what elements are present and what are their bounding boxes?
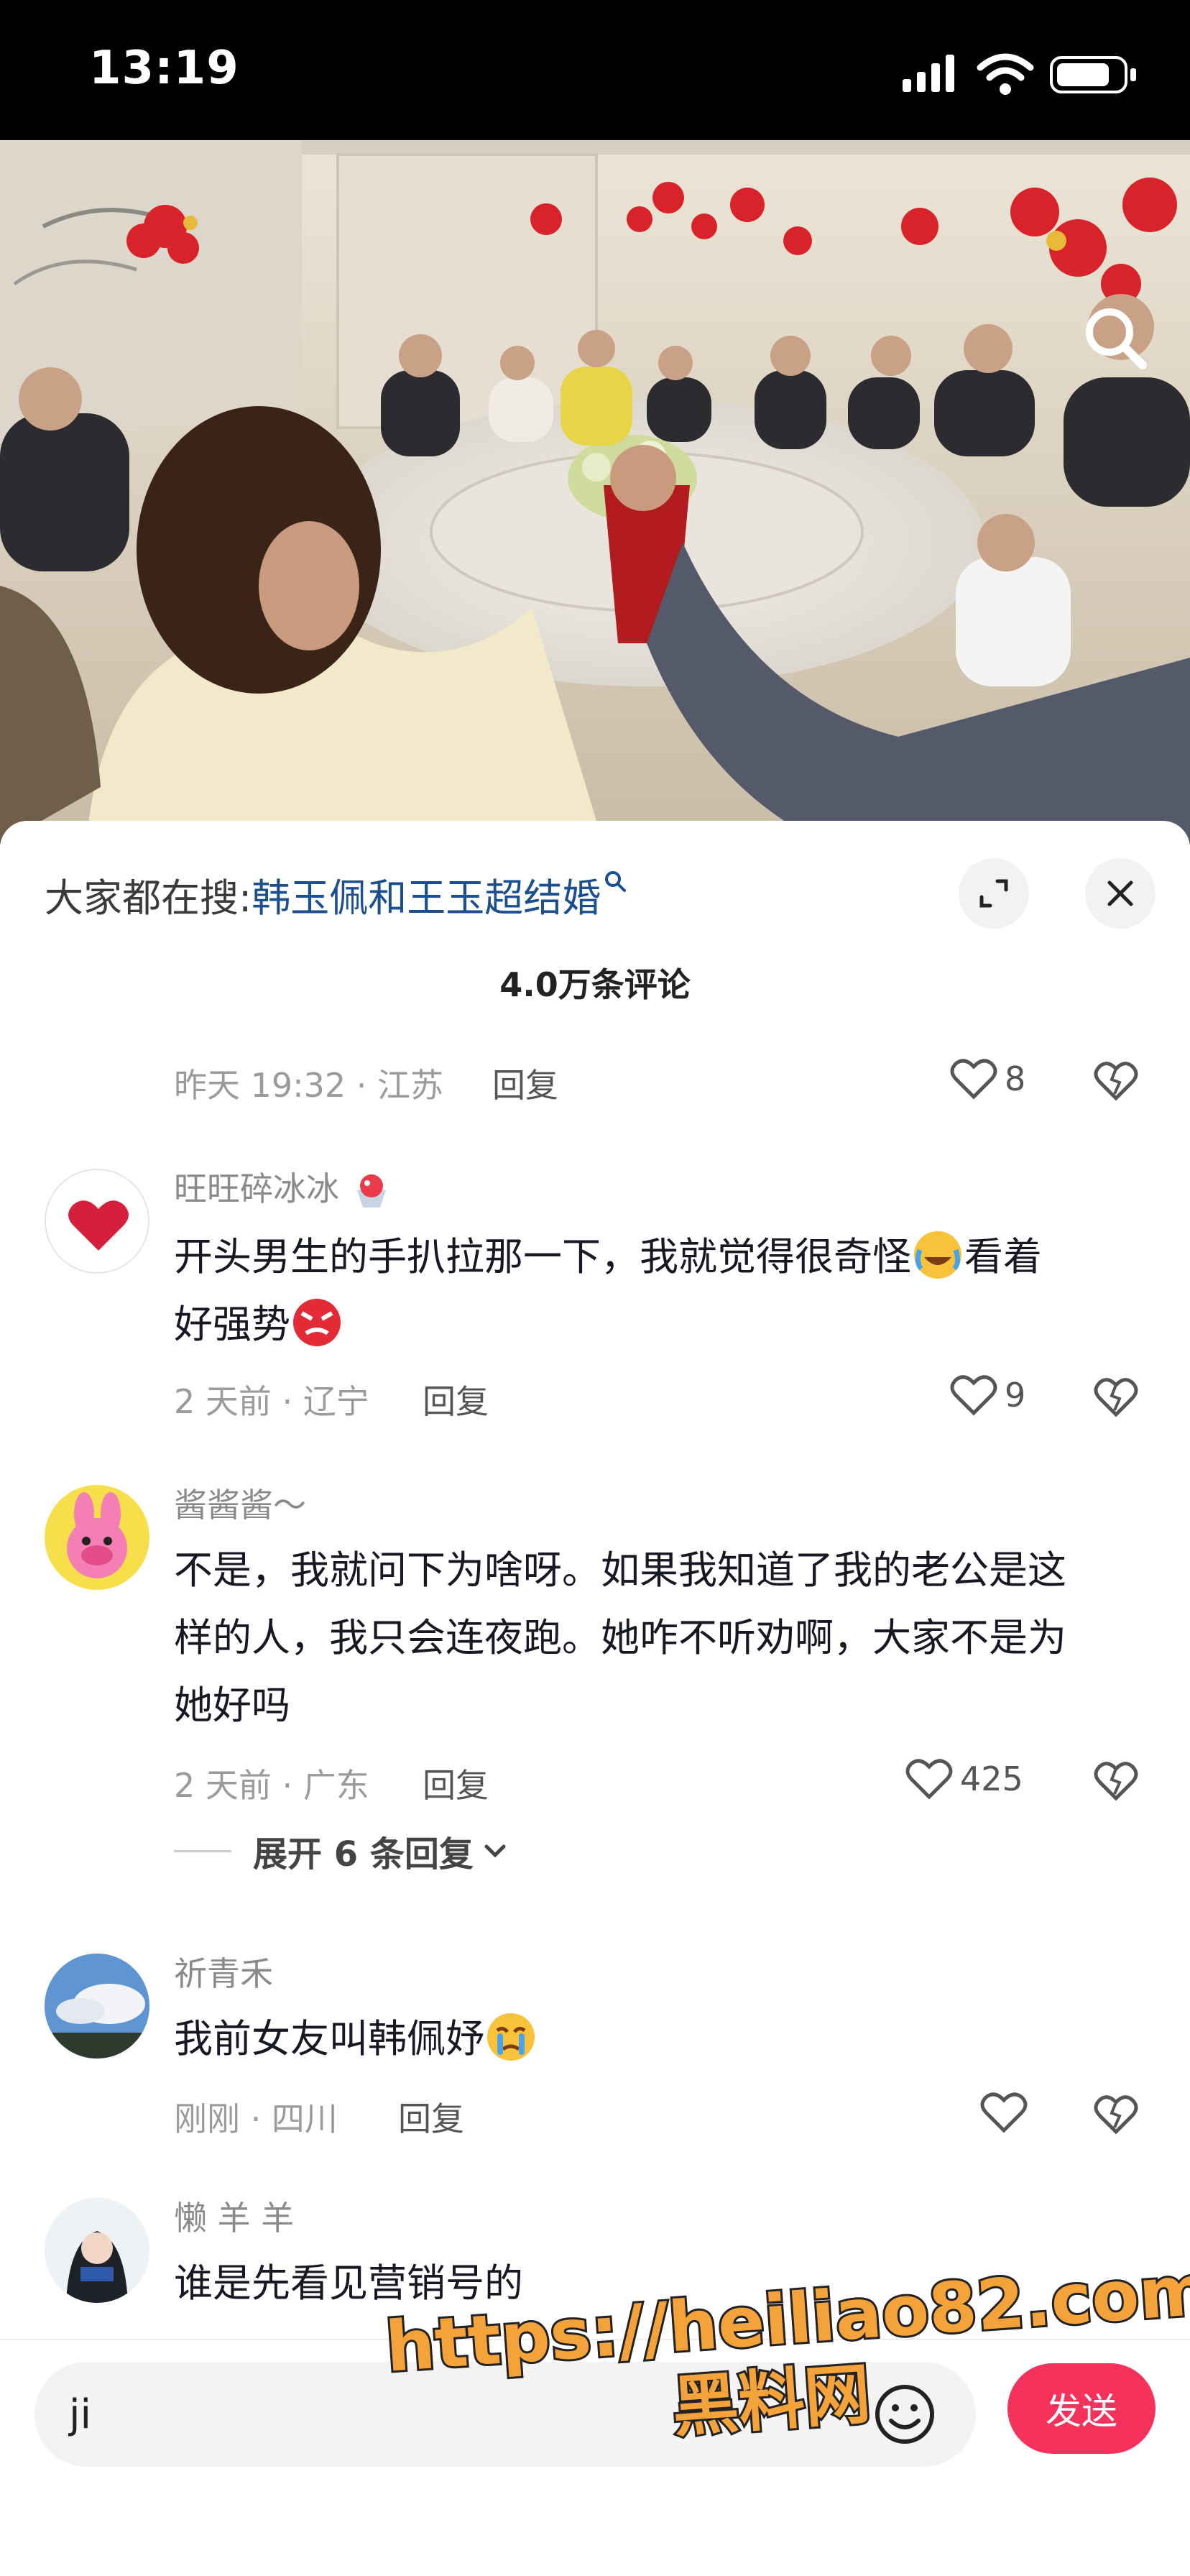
username[interactable]: 祈青禾 bbox=[174, 1948, 273, 1995]
divider bbox=[174, 1849, 231, 1852]
comment-input-bar: ji 发送 bbox=[0, 2339, 1190, 2576]
comment-meta: 刚刚 · 四川 回复 bbox=[174, 2087, 1144, 2138]
send-button[interactable]: 发送 bbox=[1007, 2363, 1156, 2454]
reply-button[interactable]: 回复 bbox=[423, 1376, 489, 1423]
suggested-search[interactable]: 大家都在搜: 韩玉佩和王玉超结婚 bbox=[45, 865, 627, 923]
like-button[interactable] bbox=[980, 2087, 1028, 2138]
like-count: 425 bbox=[960, 1760, 1023, 1798]
emoji-button-icon[interactable] bbox=[872, 2382, 937, 2447]
heart-outline-icon bbox=[980, 2092, 1028, 2133]
search-icon[interactable] bbox=[1079, 302, 1151, 374]
avatar[interactable] bbox=[45, 2198, 149, 2303]
expand-replies-label: 展开 6 条回复 bbox=[253, 1834, 474, 1874]
video-player[interactable] bbox=[0, 140, 1190, 845]
like-button[interactable]: 8 bbox=[950, 1054, 1025, 1104]
dislike-broken-heart-icon[interactable] bbox=[1094, 1374, 1138, 1419]
comment-time-location: 2 天前 · 广东 bbox=[174, 1766, 369, 1805]
signal-icon bbox=[903, 55, 954, 92]
reply-button[interactable]: 回复 bbox=[492, 1059, 558, 1107]
username[interactable]: 懒 羊 羊 bbox=[174, 2192, 294, 2240]
heart-outline-icon bbox=[950, 1059, 997, 1100]
wifi-icon bbox=[977, 53, 1034, 95]
sky-avatar-icon bbox=[45, 1954, 149, 2058]
video-frame bbox=[0, 140, 1190, 845]
expand-button[interactable] bbox=[959, 858, 1029, 929]
status-icons bbox=[903, 53, 1136, 95]
reply-button[interactable]: 回复 bbox=[398, 2093, 464, 2140]
pink-rabbit-avatar-icon bbox=[67, 1492, 127, 1578]
dislike-broken-heart-icon[interactable] bbox=[1094, 1758, 1138, 1803]
comment-input[interactable]: ji bbox=[34, 2362, 976, 2467]
comments-sheet: 大家都在搜: 韩玉佩和王玉超结婚 4.0万条评论 昨天 19:32 · 江苏 回… bbox=[0, 821, 1190, 2576]
like-button[interactable]: 9 bbox=[950, 1370, 1025, 1420]
status-bar: 13:19 bbox=[0, 0, 1190, 140]
battery-icon bbox=[1050, 56, 1136, 93]
search-term-link[interactable]: 韩玉佩和王玉超结婚 bbox=[252, 866, 601, 923]
close-button[interactable] bbox=[1085, 858, 1156, 929]
chevron-down-icon bbox=[484, 1844, 506, 1858]
expand-icon bbox=[979, 879, 1008, 908]
like-count: 8 bbox=[1005, 1059, 1026, 1098]
girl-avatar-icon bbox=[45, 2198, 149, 2303]
comment-text: 谁是先看见营销号的 bbox=[174, 2260, 523, 2306]
close-icon bbox=[1107, 880, 1133, 906]
comment-text: 不是，我就问下为啥呀。如果我知道了我的老公是这 样的人，我只会连夜跑。她咋不听劝… bbox=[174, 1547, 1066, 1728]
username[interactable]: 旺旺碎冰冰 bbox=[174, 1163, 393, 1213]
heart-outline-icon bbox=[950, 1375, 997, 1416]
username[interactable]: 酱酱酱～ bbox=[174, 1479, 306, 1527]
crying-emoji-icon bbox=[487, 2013, 535, 2061]
like-count: 9 bbox=[1005, 1376, 1026, 1414]
shaved-ice-badge-icon bbox=[356, 1174, 386, 1208]
comment-meta: 昨天 19:32 · 江苏 回复 8 bbox=[174, 1054, 1144, 1107]
search-prefix: 大家都在搜: bbox=[45, 875, 252, 921]
comment-time-location: 昨天 19:32 · 江苏 bbox=[174, 1066, 444, 1105]
laugh-cry-emoji-icon bbox=[914, 1231, 961, 1279]
comments-count: 4.0万条评论 bbox=[499, 965, 691, 1004]
status-time: 13:19 bbox=[89, 42, 239, 95]
comment-text: 我前女友叫韩佩妤 bbox=[174, 2005, 1158, 2073]
reply-button[interactable]: 回复 bbox=[423, 1760, 489, 1807]
username-text: 旺旺碎冰冰 bbox=[174, 1169, 339, 1208]
heart-outline-icon bbox=[905, 1759, 953, 1800]
comment-time-location: 刚刚 · 四川 bbox=[174, 2099, 338, 2138]
heart-avatar-icon bbox=[68, 1200, 129, 1251]
comment-meta: 2 天前 · 广东 回复 425 bbox=[174, 1754, 1144, 1807]
avatar[interactable] bbox=[45, 1485, 149, 1590]
like-button[interactable]: 425 bbox=[905, 1754, 1023, 1804]
avatar[interactable] bbox=[45, 1169, 149, 1274]
dislike-broken-heart-icon[interactable] bbox=[1094, 1058, 1138, 1103]
angry-emoji-icon bbox=[293, 1299, 341, 1347]
dislike-broken-heart-icon[interactable] bbox=[1094, 2092, 1138, 2136]
avatar[interactable] bbox=[45, 1954, 149, 2058]
expand-replies-button[interactable]: 展开 6 条回复 bbox=[174, 1826, 509, 1876]
search-q-icon bbox=[604, 870, 627, 899]
comment-text: 开头男生的手扒拉那一下，我就觉得很奇怪 看着 好强势 bbox=[174, 1223, 1158, 1358]
comment-meta: 2 天前 · 辽宁 回复 9 bbox=[174, 1370, 1144, 1423]
comment-time-location: 2 天前 · 辽宁 bbox=[174, 1382, 369, 1421]
